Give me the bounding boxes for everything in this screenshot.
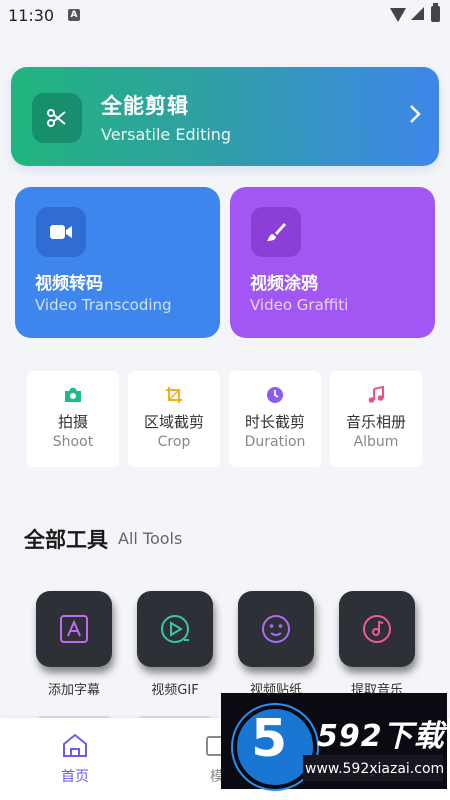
status-bar: 11:30 A (0, 0, 450, 32)
music-note-icon (366, 385, 386, 405)
watermark-digit: 5 (251, 709, 288, 769)
versatile-editing-banner[interactable]: 全能剪辑 Versatile Editing (11, 67, 439, 166)
play-circle-icon (137, 591, 213, 667)
tile-sublabel: Duration (244, 434, 306, 450)
video-transcoding-card[interactable]: 视频转码 Video Transcoding (15, 187, 220, 338)
notification-app-icon: A (68, 9, 80, 21)
card-subtitle: Video Graffiti (250, 296, 349, 314)
tile-sublabel: Album (353, 434, 399, 450)
card-title: 视频转码 (35, 274, 103, 294)
tile-sublabel: Shoot (52, 434, 94, 450)
crop-icon (164, 385, 184, 405)
chevron-right-icon (409, 104, 421, 128)
tile-label: 拍摄 (57, 413, 88, 431)
music-disc-icon (339, 591, 415, 667)
smiley-icon (238, 591, 314, 667)
wifi-icon (390, 8, 406, 22)
tool-video-sticker[interactable]: 视频贴纸 (237, 591, 315, 698)
video-graffiti-card[interactable]: 视频涂鸦 Video Graffiti (230, 187, 435, 338)
card-title: 视频涂鸦 (250, 274, 318, 294)
tool-label: 添加字幕 (47, 683, 100, 698)
home-icon (63, 733, 87, 757)
hero-title: 全能剪辑 (101, 94, 189, 118)
quick-tool-crop[interactable]: 区域截剪 Crop (128, 371, 220, 467)
camera-icon (63, 385, 83, 405)
card-subtitle: Video Transcoding (35, 296, 172, 314)
battery-icon (431, 3, 440, 22)
tool-add-subtitle[interactable]: 添加字幕 (35, 591, 113, 698)
site-watermark: 5 592下载 www.592xiazai.com (221, 693, 447, 789)
tool-label: 视频GIF (151, 683, 199, 698)
tile-label: 区域截剪 (143, 413, 204, 431)
quick-tool-duration[interactable]: 时长截剪 Duration (229, 371, 321, 467)
cell-signal-icon (411, 7, 424, 20)
section-subtitle: All Tools (118, 529, 183, 548)
nav-home[interactable]: 首页 (40, 732, 110, 786)
clock-icon (265, 385, 285, 405)
tile-sublabel: Crop (157, 434, 191, 450)
tool-extract-music[interactable]: 提取音乐 (338, 591, 416, 698)
subtitle-icon (36, 591, 112, 667)
video-camera-icon (36, 207, 86, 257)
tile-label: 时长截剪 (244, 413, 305, 431)
quick-tool-shoot[interactable]: 拍摄 Shoot (27, 371, 119, 467)
watermark-brand: 592下载 (317, 719, 445, 754)
tool-video-gif[interactable]: 视频GIF (136, 591, 214, 698)
brush-icon (251, 207, 301, 257)
hero-subtitle: Versatile Editing (101, 125, 232, 144)
nav-home-label: 首页 (61, 769, 89, 785)
quick-tool-album[interactable]: 音乐相册 Album (330, 371, 422, 467)
section-title: 全部工具 (24, 528, 108, 552)
tile-label: 音乐相册 (345, 413, 406, 431)
scissors-icon (32, 93, 82, 143)
status-time: 11:30 (8, 6, 55, 25)
watermark-url: www.592xiazai.com (305, 761, 445, 777)
